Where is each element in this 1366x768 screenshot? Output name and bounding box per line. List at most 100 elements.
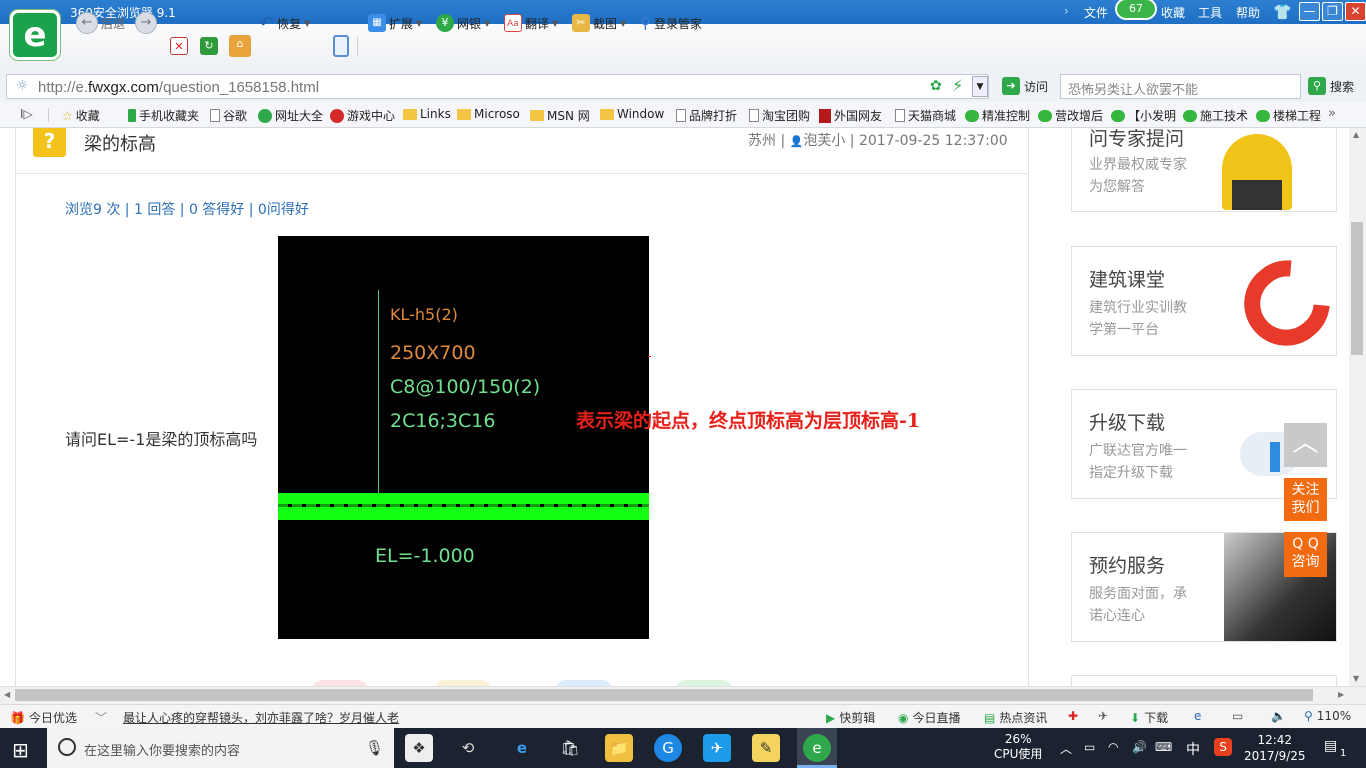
quick-clip-button[interactable]: ▶ 快剪辑 — [826, 709, 875, 726]
pin-icon[interactable]: ✈ — [1098, 709, 1108, 723]
bookmark-google[interactable]: 谷歌 — [210, 107, 247, 124]
card-classroom[interactable]: 建筑课堂 建筑行业实训教 学第一平台 — [1071, 243, 1347, 363]
app-plane-icon[interactable]: ✈ — [703, 734, 731, 762]
volume-icon[interactable]: 🔈 — [1271, 709, 1286, 723]
secure-icon[interactable]: ✿ — [930, 78, 942, 94]
shirt-icon[interactable]: 👕 — [1273, 3, 1292, 21]
search-button[interactable]: ⚲ 搜索 — [1308, 77, 1354, 95]
close-button[interactable]: ✕ — [1345, 2, 1366, 21]
card-ask-expert[interactable]: 问专家提问 业界最权威专家 为您解答 — [1071, 128, 1337, 212]
bookmark-label: Microso — [474, 107, 520, 121]
task-view-icon[interactable]: ❖ — [405, 734, 433, 762]
clock[interactable]: 12:42 2017/9/25 — [1244, 732, 1306, 764]
keyboard-icon[interactable]: ⌨ — [1155, 740, 1172, 754]
login-manager-button[interactable]: ⚲ 登录管家 — [640, 13, 702, 33]
bookmark-sites[interactable]: 网址大全 — [258, 107, 323, 124]
cpu-meter[interactable]: 26% CPU使用 — [994, 732, 1042, 762]
edge-icon[interactable]: e — [508, 734, 536, 762]
more-bookmarks-icon[interactable]: » — [1328, 106, 1336, 121]
author-link[interactable]: 泡芙小 — [803, 133, 845, 149]
follow-us-button[interactable]: 关注 我们 — [1284, 478, 1327, 521]
bookmark-invention[interactable]: 【小发明 — [1111, 107, 1176, 124]
url-dropdown-icon[interactable]: ▼ — [972, 76, 988, 97]
bookmark-brand[interactable]: 品牌打折 — [676, 107, 737, 124]
bookmark-microsoft[interactable]: Microso — [457, 107, 520, 121]
bookmark-links[interactable]: Links — [403, 107, 451, 121]
download-button[interactable]: ⬇ 下载 — [1130, 709, 1168, 726]
forward-button[interactable]: → — [135, 12, 157, 34]
translate-button[interactable]: Aa 翻译 ▼ — [504, 13, 558, 33]
sogou-icon[interactable]: S — [1214, 738, 1232, 756]
refresh-icon[interactable]: ↻ — [200, 37, 218, 55]
stop-icon[interactable]: ✕ — [170, 37, 188, 55]
menu-tools[interactable]: 工具 — [1198, 4, 1222, 21]
extend-button[interactable]: ▦ 扩展 ▼ — [368, 13, 422, 33]
browser-logo[interactable]: e — [10, 10, 60, 60]
home-icon[interactable]: ⌂ — [229, 35, 251, 57]
wifi-icon[interactable]: ◠ — [1108, 740, 1118, 754]
chevron-up-icon[interactable]: ︿ — [1060, 740, 1072, 757]
horizontal-scroll-thumb[interactable] — [15, 689, 1313, 701]
minimize-button[interactable]: — — [1299, 2, 1320, 21]
bookmark-precise[interactable]: 精准控制 — [965, 107, 1030, 124]
news-button[interactable]: ▤ 热点资讯 — [984, 709, 1047, 726]
sidebar-toggle-icon[interactable]: I▷ — [20, 107, 33, 121]
vertical-scroll-thumb[interactable] — [1351, 222, 1363, 355]
screenshot-button[interactable]: ✂ 截图 ▼ — [572, 13, 626, 33]
bookmark-vat[interactable]: 营改增后 — [1038, 107, 1103, 124]
back-button[interactable]: ← 后退 — [76, 12, 125, 34]
qq-consult-button[interactable]: Q Q 咨询 — [1284, 532, 1327, 577]
today-picks[interactable]: 🎁 今日优选 ﹀ — [10, 709, 107, 726]
store-icon[interactable]: 🛍 — [556, 734, 584, 762]
file-explorer-icon[interactable]: 📁 — [605, 734, 633, 762]
windows-start-icon[interactable]: ⊞ — [12, 738, 29, 762]
ime-indicator[interactable]: 中 — [1186, 739, 1200, 759]
lightning-icon[interactable]: ⚡ — [952, 76, 963, 95]
news-headline-link[interactable]: 最让人心疼的穿帮镜头，刘亦菲露了啥？岁月催人老 — [123, 709, 399, 726]
menu-file[interactable]: 文件 — [1084, 4, 1108, 21]
browser-360-icon[interactable]: e — [803, 734, 831, 762]
game-icon — [330, 108, 344, 123]
scroll-right-icon[interactable]: ▶ — [1338, 690, 1344, 699]
scroll-left-icon[interactable]: ◀ — [4, 690, 10, 699]
bank-button[interactable]: ¥ 网银 ▼ — [436, 13, 490, 33]
ie-icon[interactable]: e — [1194, 709, 1201, 723]
bookmark-favorites[interactable]: ☆ 收藏 — [62, 107, 100, 124]
scroll-down-icon[interactable]: ▼ — [1353, 674, 1359, 683]
undo-icon: ↶ — [259, 12, 275, 34]
bookmark-foreign[interactable]: 外国网友 — [819, 107, 882, 124]
bookmark-tmall[interactable]: 天猫商城 — [895, 107, 956, 124]
bookmark-mobile[interactable]: 手机收藏夹 — [128, 107, 199, 124]
bookmark-construction[interactable]: 施工技术 — [1183, 107, 1248, 124]
phone-icon[interactable] — [333, 35, 349, 57]
live-button[interactable]: ◉ 今日直播 — [898, 709, 961, 726]
window-icon[interactable]: ▭ — [1232, 709, 1243, 723]
bookmark-msn[interactable]: MSN 网 — [530, 107, 590, 124]
back-to-top-button[interactable]: ︿ — [1284, 423, 1327, 467]
vertical-scrollbar[interactable] — [1349, 128, 1366, 686]
visit-button[interactable]: ➔ 访问 — [1002, 77, 1048, 95]
scroll-up-icon[interactable]: ▲ — [1353, 130, 1359, 139]
battery-icon[interactable]: ▭ — [1084, 740, 1095, 754]
microphone-icon[interactable]: 🎙 — [365, 739, 384, 757]
security-score-badge[interactable]: 67 — [1115, 0, 1157, 20]
menu-favorites[interactable]: 收藏 — [1161, 4, 1185, 21]
notes-icon[interactable]: ✎ — [752, 734, 780, 762]
translate-label: 翻译 — [525, 16, 550, 31]
maximize-button[interactable]: ❐ — [1322, 2, 1343, 21]
medkit-icon[interactable]: ✚ — [1068, 709, 1078, 723]
app-icon[interactable]: ⟲ — [454, 734, 482, 762]
bookmark-games[interactable]: 游戏中心 — [330, 107, 395, 124]
zoom-control[interactable]: ⚲ 110% — [1304, 709, 1351, 723]
bookmark-stairs[interactable]: 楼梯工程 — [1256, 107, 1321, 124]
app-blue-icon[interactable]: G — [654, 734, 682, 762]
menu-help[interactable]: 帮助 — [1236, 4, 1260, 21]
notification-icon[interactable]: ▤ — [1324, 738, 1337, 754]
card-title: 问专家提问 — [1089, 128, 1185, 150]
bookmark-taobao[interactable]: 淘宝团购 — [749, 107, 810, 124]
bookmark-windows[interactable]: Window — [600, 107, 664, 121]
restore-button[interactable]: ↶ 恢复 ▼ — [259, 12, 310, 34]
question-stats[interactable]: 浏览9 次 | 1 回答 | 0 答得好 | 0问得好 — [65, 199, 309, 219]
volume-icon[interactable]: 🔊 — [1132, 740, 1147, 754]
url-text[interactable]: http://e.fwxgx.com/question_1658158.html — [38, 79, 319, 96]
